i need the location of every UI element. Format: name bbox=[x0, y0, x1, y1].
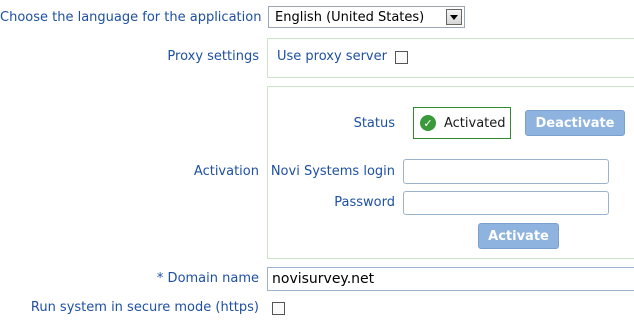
domain-input[interactable]: novisurvey.net bbox=[267, 267, 634, 291]
deactivate-button[interactable]: Deactivate bbox=[525, 110, 625, 136]
proxy-label: Proxy settings bbox=[167, 49, 259, 64]
login-label: Novi Systems login bbox=[270, 164, 395, 179]
checkmark-icon: ✓ bbox=[420, 115, 436, 131]
chevron-down-icon[interactable] bbox=[446, 9, 462, 25]
status-label: Status bbox=[353, 116, 395, 131]
domain-value: novisurvey.net bbox=[272, 271, 375, 287]
activation-label: Activation bbox=[193, 164, 259, 179]
password-label: Password bbox=[334, 195, 395, 210]
login-input[interactable] bbox=[403, 159, 609, 184]
secure-mode-label: Run system in secure mode (https) bbox=[30, 300, 259, 315]
activate-button[interactable]: Activate bbox=[478, 223, 559, 249]
secure-mode-checkbox[interactable] bbox=[272, 302, 285, 315]
use-proxy-checkbox[interactable] bbox=[395, 51, 408, 64]
language-select[interactable]: English (United States) bbox=[268, 6, 465, 28]
use-proxy-label: Use proxy server bbox=[277, 49, 387, 64]
language-label: Choose the language for the application bbox=[0, 10, 262, 25]
status-badge: ✓ Activated bbox=[413, 107, 511, 139]
status-value: Activated bbox=[444, 115, 506, 131]
language-select-value: English (United States) bbox=[275, 9, 425, 25]
password-input[interactable] bbox=[403, 191, 609, 215]
domain-label: * Domain name bbox=[156, 271, 259, 286]
